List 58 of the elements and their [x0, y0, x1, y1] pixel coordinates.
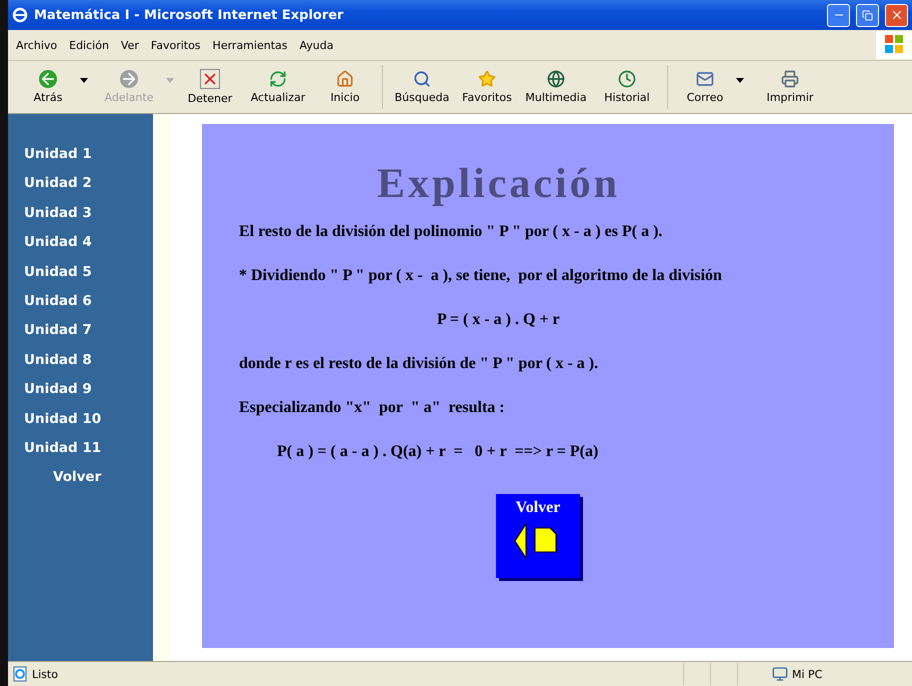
windows-logo-icon	[876, 31, 912, 59]
star-icon	[478, 70, 496, 88]
toolbar-button[interactable]: Multimedia	[519, 63, 593, 111]
status-text: Listo	[32, 668, 58, 680]
menu-item[interactable]: Ver	[114, 38, 145, 52]
stop-icon	[200, 69, 220, 89]
menu-item[interactable]: Herramientas	[206, 38, 294, 52]
close-button[interactable]	[885, 4, 908, 26]
caret-icon[interactable]	[736, 78, 744, 82]
toolbar-button[interactable]: Historial	[593, 63, 661, 111]
formula: P = ( x - a ) . Q + r	[437, 310, 560, 330]
restore-icon	[862, 10, 873, 20]
sidebar-link[interactable]: Unidad 6	[24, 287, 153, 316]
sidebar-link[interactable]: Unidad 7	[24, 316, 153, 346]
sidebar-link[interactable]: Unidad 9	[24, 375, 153, 405]
caret-icon[interactable]	[80, 78, 88, 82]
sidebar-link[interactable]: Unidad 1	[24, 140, 153, 170]
sidebar-link[interactable]: Unidad 2	[24, 169, 153, 199]
mail-icon	[696, 70, 714, 88]
toolbar-button[interactable]: Inicio	[314, 63, 376, 111]
minimize-button[interactable]	[827, 4, 850, 26]
sidebar-link[interactable]: Unidad 11	[24, 434, 153, 464]
menu-item[interactable]: Favoritos	[144, 38, 207, 52]
zone-text: Mi PC	[792, 668, 824, 680]
printer-icon	[781, 70, 799, 88]
back-link[interactable]: Volver	[24, 463, 153, 493]
toolbar-button[interactable]: Actualizar	[242, 63, 314, 111]
formula: P( a ) = ( a - a ) . Q(a) + r = 0 + r ==> r = P(a)	[277, 442, 598, 462]
browser-icon	[12, 7, 28, 23]
globe-icon	[547, 70, 565, 88]
computer-icon	[772, 666, 788, 682]
back-button[interactable]: Volver	[496, 494, 580, 578]
restore-button[interactable]	[856, 4, 879, 26]
toolbar-button[interactable]: Búsqueda	[389, 63, 455, 111]
sidebar-link[interactable]: Unidad 8	[24, 346, 153, 376]
toolbar-button[interactable]: Detener	[178, 63, 242, 111]
window-title: Matemática I - Microsoft Internet Explorer	[34, 8, 344, 22]
menu-item[interactable]: Archivo	[10, 38, 64, 52]
sidebar-link[interactable]: Unidad 5	[24, 258, 153, 288]
menu-item[interactable]: Ayuda	[293, 38, 340, 52]
toolbar-button[interactable]: Favoritos	[455, 63, 519, 111]
page-icon	[12, 666, 28, 682]
toolbar-button[interactable]: Correo	[674, 63, 736, 111]
sidebar-link[interactable]: Unidad 4	[24, 228, 153, 258]
home-icon	[336, 70, 354, 88]
menu-item[interactable]: Edición	[63, 38, 115, 52]
sidebar-link[interactable]: Unidad 3	[24, 198, 153, 228]
paragraph: El resto de la división del polinomio " P " por ( x - a ) es P( a ).	[239, 222, 662, 242]
sidebar-link[interactable]: Unidad 10	[24, 404, 153, 434]
clock-icon	[618, 70, 636, 88]
toolbar-button[interactable]: Imprimir	[748, 63, 832, 111]
refresh-icon	[269, 70, 287, 88]
page-heading: Explicación	[376, 160, 620, 208]
paragraph: Especializando "x" por " a" resulta :	[239, 398, 505, 418]
paragraph: * Dividiendo " P " por ( x - a ), se tiene, por el algoritmo de la división	[239, 266, 722, 286]
paragraph: donde r es el resto de la división de " P " por ( x - a ).	[239, 354, 598, 374]
search-icon	[413, 70, 431, 88]
toolbar-button[interactable]: Atrás	[16, 63, 80, 111]
